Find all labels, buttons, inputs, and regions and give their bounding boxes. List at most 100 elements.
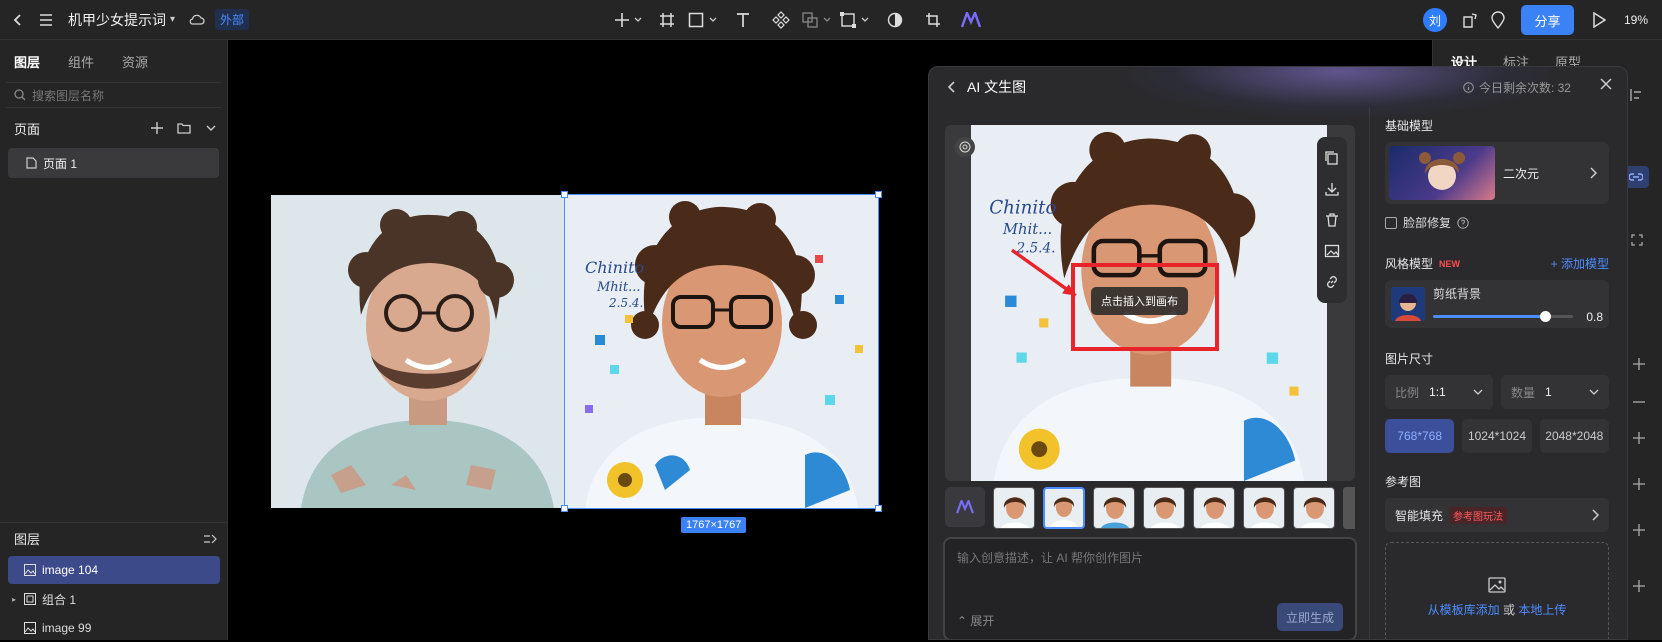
back-icon[interactable]	[947, 81, 957, 93]
base-model-card[interactable]: 二次元	[1385, 142, 1609, 204]
dimension-label: 1767×1767	[681, 517, 747, 533]
vector-edit-icon[interactable]	[840, 6, 874, 34]
link-icon[interactable]	[1324, 274, 1340, 290]
local-upload-link[interactable]: 本地上传	[1518, 603, 1566, 617]
image-layer-icon	[24, 564, 36, 576]
plus-icon[interactable]	[1633, 478, 1645, 490]
share-button[interactable]: 分享	[1520, 5, 1574, 35]
generate-button[interactable]: 立即生成	[1277, 603, 1343, 631]
contrast-icon[interactable]	[878, 6, 912, 34]
slider-fill	[1433, 315, 1545, 318]
image-layer-icon	[24, 622, 36, 634]
thumbnail[interactable]	[1093, 487, 1135, 529]
thumbnail[interactable]	[1293, 487, 1335, 529]
copy-icon[interactable]	[1324, 150, 1340, 166]
page-item-1[interactable]: 页面 1	[8, 148, 219, 178]
thumbnail[interactable]	[993, 487, 1035, 529]
expand-button[interactable]: ⌃ 展开	[957, 612, 994, 629]
add-from-template-link[interactable]: 从模板库添加	[1428, 603, 1500, 617]
ratio-key: 比例	[1395, 385, 1420, 400]
avatar[interactable]: 刘	[1422, 8, 1447, 32]
base-model-label: 基础模型	[1385, 119, 1434, 133]
folder-icon[interactable]	[177, 122, 191, 134]
minus-icon[interactable]	[1633, 396, 1645, 408]
double-chevron-up-icon: ⌃	[957, 614, 971, 628]
image-edit-icon[interactable]	[1324, 243, 1340, 259]
svg-text:2.5.4.: 2.5.4.	[1015, 240, 1055, 256]
image-preview[interactable]: Chinito Mhit... 2.5.4. 点击插入到画布	[945, 125, 1355, 481]
boolean-icon[interactable]	[802, 6, 836, 34]
align-icon[interactable]	[1629, 88, 1643, 102]
size-option[interactable]: 1024*1024	[1462, 419, 1532, 453]
resize-handle[interactable]	[875, 191, 882, 198]
layer-item[interactable]: image 99	[8, 614, 220, 642]
resize-handle[interactable]	[875, 505, 882, 512]
ratio-select[interactable]: 比例 1:1	[1385, 375, 1493, 409]
crop-icon[interactable]	[916, 6, 950, 34]
thumbnail-selected[interactable]	[1043, 487, 1085, 529]
help-icon[interactable]	[1457, 216, 1469, 229]
chevron-right-icon	[1589, 167, 1597, 179]
pages-title: 页面	[14, 121, 41, 137]
add-model-link[interactable]: + 添加模型	[1551, 255, 1609, 272]
external-badge: 外部	[215, 9, 250, 30]
thumbnail[interactable]	[1243, 487, 1285, 529]
dialog-title: AI 文生图	[967, 79, 1027, 95]
cloud-sync-icon	[189, 14, 205, 26]
zoom-level[interactable]: 19%	[1624, 13, 1648, 27]
back-icon[interactable]	[4, 6, 32, 34]
thumbnail[interactable]	[1343, 487, 1355, 529]
menu-icon[interactable]	[32, 6, 60, 34]
collapse-layers-icon[interactable]	[203, 533, 217, 545]
expand-triangle-icon[interactable]: ▸	[12, 595, 16, 604]
ai-logo-icon[interactable]	[945, 487, 985, 527]
add-icon[interactable]	[612, 6, 646, 34]
component-icon[interactable]	[764, 6, 798, 34]
close-icon[interactable]	[1599, 77, 1613, 91]
ai-logo-icon[interactable]	[954, 6, 988, 34]
original-photo[interactable]	[271, 195, 584, 508]
tab-components[interactable]: 组件	[68, 52, 94, 71]
tab-assets[interactable]: 资源	[122, 52, 148, 71]
smart-fill-row[interactable]: 智能填充 参考图玩法	[1385, 498, 1609, 532]
frame-icon[interactable]	[650, 6, 684, 34]
count-select[interactable]: 数量 1	[1501, 375, 1609, 409]
fit-icon[interactable]	[1631, 234, 1643, 246]
style-weight-slider[interactable]	[1433, 311, 1573, 322]
plus-icon[interactable]	[1633, 580, 1645, 592]
text-icon[interactable]	[726, 6, 760, 34]
collapse-pages-icon[interactable]	[205, 122, 217, 134]
canvas[interactable]: Chinito Mhit... 2.5.4. 1767×1767	[228, 40, 928, 640]
rectangle-icon[interactable]	[688, 6, 722, 34]
thumbnail[interactable]	[1193, 487, 1235, 529]
plugin-icon[interactable]	[1461, 11, 1479, 29]
thumbnail[interactable]	[1143, 487, 1185, 529]
download-icon[interactable]	[1324, 181, 1340, 197]
delete-icon[interactable]	[1324, 212, 1340, 228]
project-title[interactable]: 机甲少女提示词	[68, 10, 166, 30]
plus-icon[interactable]	[1633, 432, 1645, 444]
thumbnail-strip	[945, 487, 1355, 531]
layer-item[interactable]: ▸ 组合 1	[8, 585, 220, 613]
plus-icon[interactable]	[1633, 524, 1645, 536]
slider-knob[interactable]	[1540, 311, 1551, 322]
prompt-input[interactable]	[945, 539, 1355, 597]
play-icon[interactable]	[1592, 12, 1606, 28]
layer-search-field[interactable]: 搜索图层名称	[6, 82, 221, 108]
size-option[interactable]: 768*768	[1385, 419, 1455, 453]
layer-item[interactable]: image 104	[8, 556, 220, 584]
reference-upload-area[interactable]: 从模板库添加 或 本地上传	[1385, 542, 1609, 639]
resize-handle[interactable]	[561, 191, 568, 198]
add-page-icon[interactable]	[151, 122, 163, 134]
resize-handle[interactable]	[561, 505, 568, 512]
daily-quota: 今日剩余次数: 32	[1463, 79, 1571, 96]
watermark-toggle-icon[interactable]	[955, 137, 975, 157]
chevron-down-icon[interactable]: ▾	[170, 14, 175, 25]
size-option[interactable]: 2048*2048	[1539, 419, 1609, 453]
tab-layers[interactable]: 图层	[14, 52, 40, 71]
plus-icon[interactable]	[1633, 358, 1645, 370]
location-icon[interactable]	[1491, 11, 1505, 29]
face-fix-checkbox[interactable]: 脸部修复	[1385, 214, 1609, 231]
group-layer-icon	[24, 593, 36, 605]
chevron-down-icon	[1589, 389, 1599, 395]
